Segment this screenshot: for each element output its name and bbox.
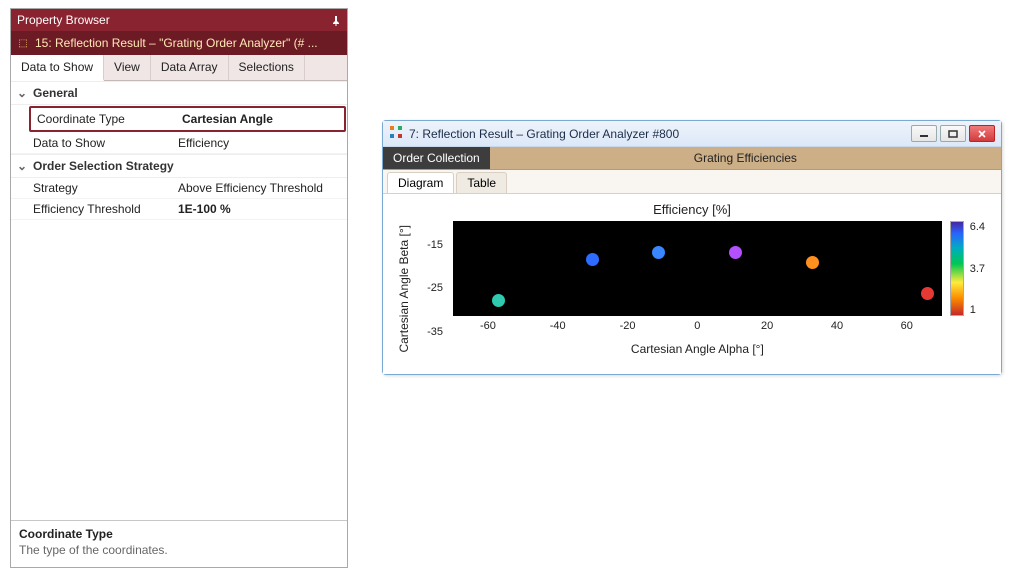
x-tick: 20 (732, 320, 802, 332)
label-strategy: Strategy (33, 181, 178, 195)
ylabel-wrap: Cartesian Angle Beta [°] (397, 221, 411, 356)
data-point[interactable] (586, 253, 599, 266)
row-data-to-show[interactable]: Data to Show Efficiency (11, 133, 347, 154)
value-strategy[interactable]: Above Efficiency Threshold (178, 181, 341, 195)
value-threshold[interactable]: 1E-100 % (178, 202, 341, 216)
result-window: 7: Reflection Result – Grating Order Ana… (382, 120, 1002, 375)
minimize-button[interactable] (911, 125, 937, 142)
window-titlebar[interactable]: 7: Reflection Result – Grating Order Ana… (383, 121, 1001, 147)
colorbar-min: 1 (970, 304, 985, 316)
description-pane: Coordinate Type The type of the coordina… (11, 520, 347, 567)
chart-body: Cartesian Angle Beta [°] -15 -25 -35 -60-4… (397, 221, 987, 356)
tab-data-to-show[interactable]: Data to Show (11, 55, 104, 81)
colorbar-max: 6.4 (970, 221, 985, 233)
y-tick: -15 (427, 239, 443, 251)
toolbar-grating-efficiencies[interactable]: Grating Efficiencies (490, 147, 1001, 169)
property-browser-context[interactable]: ⬚ 15: Reflection Result – "Grating Order… (11, 31, 347, 55)
window-title: 7: Reflection Result – Grating Order Ana… (409, 127, 905, 141)
data-point[interactable] (921, 287, 934, 300)
row-coordinate-type[interactable]: Coordinate Type Cartesian Angle (33, 109, 342, 129)
window-buttons (911, 125, 995, 142)
property-tabs: Data to Show View Data Array Selections (11, 55, 347, 81)
group-general-label: General (33, 86, 78, 100)
label-threshold: Efficiency Threshold (33, 202, 178, 216)
row-threshold[interactable]: Efficiency Threshold 1E-100 % (11, 199, 347, 220)
group-order-selection[interactable]: ⌄ Order Selection Strategy (11, 154, 347, 178)
toolbar-order-collection[interactable]: Order Collection (383, 147, 490, 169)
label-data-to-show: Data to Show (33, 136, 178, 150)
maximize-button[interactable] (940, 125, 966, 142)
row-strategy[interactable]: Strategy Above Efficiency Threshold (11, 178, 347, 199)
y-axis-ticks: -15 -25 -35 (419, 221, 445, 356)
x-tick: 40 (802, 320, 872, 332)
data-point[interactable] (652, 246, 665, 259)
y-tick: -35 (427, 326, 443, 338)
x-tick: -20 (593, 320, 663, 332)
value-coordinate-type[interactable]: Cartesian Angle (182, 112, 336, 126)
data-point[interactable] (729, 246, 742, 259)
x-tick: -40 (523, 320, 593, 332)
description-body: The type of the coordinates. (19, 543, 339, 557)
highlight-coordinate-type: Coordinate Type Cartesian Angle (29, 106, 346, 132)
x-tick: 0 (662, 320, 732, 332)
pin-icon[interactable] (331, 15, 341, 25)
tab-selections[interactable]: Selections (229, 55, 305, 80)
context-label: 15: Reflection Result – "Grating Order A… (35, 36, 318, 50)
property-browser-title: Property Browser (17, 13, 110, 27)
chart-title: Efficiency [%] (397, 202, 987, 217)
colorbar-mid: 3.7 (970, 263, 985, 275)
app-icon (389, 125, 403, 142)
group-general[interactable]: ⌄ General (11, 81, 347, 105)
group-order-selection-label: Order Selection Strategy (33, 159, 174, 173)
colorbar (950, 221, 964, 316)
value-data-to-show[interactable]: Efficiency (178, 136, 341, 150)
data-point[interactable] (492, 294, 505, 307)
y-axis-label: Cartesian Angle Beta [°] (397, 225, 411, 353)
property-browser-titlebar[interactable]: Property Browser (11, 9, 347, 31)
label-coordinate-type: Coordinate Type (37, 112, 182, 126)
property-browser-panel: Property Browser ⬚ 15: Reflection Result… (10, 8, 348, 568)
scatter-plot[interactable] (453, 221, 942, 316)
tab-view[interactable]: View (104, 55, 151, 80)
x-tick: -60 (453, 320, 523, 332)
colorbar-labels: 6.4 3.7 1 (968, 221, 987, 316)
x-tick: 60 (872, 320, 942, 332)
x-axis-label: Cartesian Angle Alpha [°] (453, 342, 942, 356)
x-axis-ticks: -60-40-200204060 (453, 320, 942, 332)
close-button[interactable] (969, 125, 995, 142)
tab-diagram[interactable]: Diagram (387, 172, 454, 193)
chevron-down-icon[interactable]: ⌄ (17, 159, 27, 173)
colorbar-column: 6.4 3.7 1 (950, 221, 987, 356)
result-toolbar: Order Collection Grating Efficiencies (383, 147, 1001, 170)
tab-table[interactable]: Table (456, 172, 507, 193)
tree-icon: ⬚ (17, 37, 29, 49)
tab-data-array[interactable]: Data Array (151, 55, 229, 80)
data-point[interactable] (806, 256, 819, 269)
description-title: Coordinate Type (19, 527, 339, 541)
y-tick: -25 (427, 282, 443, 294)
result-inner-tabs: Diagram Table (383, 170, 1001, 194)
property-grid: ⌄ General Coordinate Type Cartesian Angl… (11, 81, 347, 520)
chart-area: Efficiency [%] Cartesian Angle Beta [°] … (383, 194, 1001, 374)
chevron-down-icon[interactable]: ⌄ (17, 86, 27, 100)
